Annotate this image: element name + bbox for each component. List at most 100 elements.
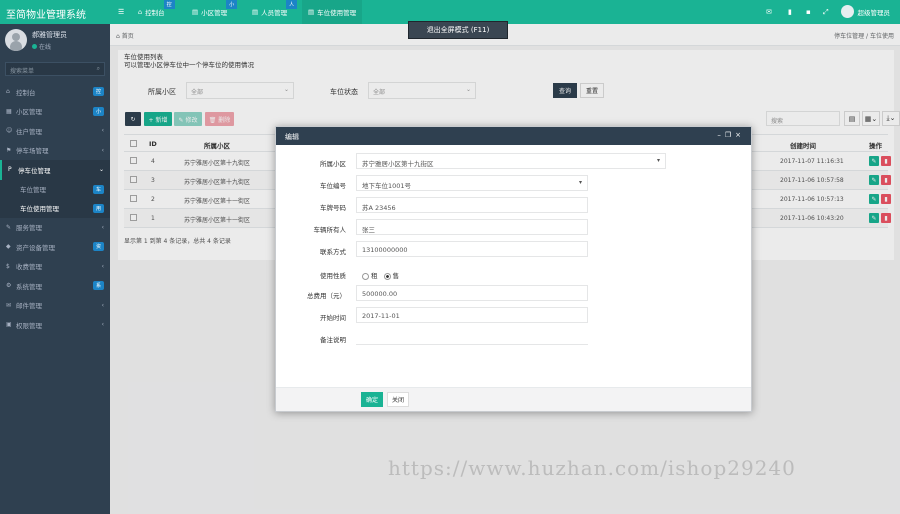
tab-people[interactable]: ▤ 人员管理人 bbox=[246, 0, 298, 24]
sidebar-badge: 车 bbox=[92, 184, 104, 194]
space-select[interactable]: 地下车位1001号 ▾ bbox=[356, 175, 588, 191]
profile-name: 郝雅管理员 bbox=[32, 30, 67, 39]
close-icon[interactable]: × bbox=[735, 131, 745, 139]
home-icon: ⌂ bbox=[6, 88, 10, 96]
tab-badge: 控 bbox=[163, 0, 175, 9]
sidebar-search-input[interactable]: 搜索菜单 ⌕ bbox=[5, 62, 105, 76]
start-value: 2017-11-01 bbox=[362, 312, 400, 320]
mail-icon[interactable]: ✉ bbox=[766, 8, 772, 16]
chevron-left-icon: ‹ bbox=[101, 262, 104, 270]
plate-input[interactable]: 苏A 23456 bbox=[356, 197, 588, 213]
remark-label: 备注说明 bbox=[320, 336, 346, 344]
phone-input[interactable]: 13100000000 bbox=[356, 241, 588, 257]
form-row-start: 开始时间 2017-11-01 bbox=[276, 307, 751, 325]
wrench-icon: ✎ bbox=[6, 223, 12, 231]
tab-community[interactable]: ▤ 小区管理小 bbox=[186, 0, 238, 24]
phone-label: 联系方式 bbox=[320, 248, 346, 256]
user-menu[interactable]: 超级管理员 bbox=[840, 5, 891, 18]
community-select[interactable]: 苏宁雅居小区第十九街区 ▾ bbox=[356, 153, 666, 169]
sidebar-subitem-space-usage[interactable]: 车位使用管理 用 bbox=[0, 198, 110, 218]
chevron-left-icon: ‹ bbox=[101, 223, 104, 231]
watermark-text: https://www.huzhan.com/ishop29240 bbox=[388, 456, 796, 480]
price-value: 500000.00 bbox=[362, 290, 398, 298]
usage-radio-rent[interactable] bbox=[362, 272, 369, 280]
sidebar-item-parking-lot[interactable]: ⚑ 停车场管理 ‹ bbox=[0, 141, 110, 161]
tab-dashboard[interactable]: ⌂ 控制台控 bbox=[132, 0, 175, 24]
home-icon: ⌂ bbox=[138, 8, 143, 16]
sidebar-item-label: 权限管理 bbox=[16, 321, 42, 330]
form-row-owner: 车辆所有人 张三 bbox=[276, 219, 751, 237]
sidebar-item-permissions[interactable]: ▣ 权限管理 ‹ bbox=[0, 315, 110, 335]
expand-icon[interactable]: ⤢ bbox=[823, 8, 829, 17]
sidebar-item-label: 系统管理 bbox=[16, 282, 42, 291]
sidebar-badge: 控 bbox=[92, 87, 104, 97]
car-icon: ⚑ bbox=[6, 146, 12, 154]
envelope-icon: ✉ bbox=[6, 301, 12, 309]
sidebar-item-dashboard[interactable]: ⌂ 控制台 控 bbox=[0, 82, 110, 102]
sidebar-item-label: 资产设备管理 bbox=[16, 243, 55, 252]
remark-input[interactable] bbox=[356, 329, 588, 345]
form-row-price: 总费用（元） 500000.00 bbox=[276, 285, 751, 303]
sidebar-item-system[interactable]: ⚙ 系统管理 系 bbox=[0, 276, 110, 296]
list-icon: ▤ bbox=[308, 8, 315, 16]
community-label: 所属小区 bbox=[320, 160, 346, 168]
sidebar-item-mail[interactable]: ✉ 邮件管理 ‹ bbox=[0, 296, 110, 316]
trash-icon[interactable]: ▮ bbox=[788, 8, 792, 16]
app-title: 至简物业管理系统 bbox=[0, 0, 110, 24]
sidebar-item-community[interactable]: ▦ 小区管理 小 bbox=[0, 102, 110, 122]
list-icon: ▤ bbox=[252, 8, 259, 16]
sidebar-badge: 用 bbox=[92, 203, 104, 213]
avatar bbox=[840, 5, 854, 18]
fullscreen-exit-hint[interactable]: 退出全屏模式 (F11) bbox=[408, 21, 508, 39]
user-profile[interactable]: 郝雅管理员 在线 bbox=[0, 24, 110, 56]
sidebar-item-label: 小区管理 bbox=[16, 108, 42, 117]
tab-label: 车位使用管理 bbox=[317, 9, 357, 17]
dialog-footer: 确定 关闭 bbox=[276, 387, 751, 411]
plate-label: 车牌号码 bbox=[320, 204, 346, 212]
building-icon: ▦ bbox=[6, 107, 12, 115]
price-input[interactable]: 500000.00 bbox=[356, 285, 588, 301]
chevron-left-icon: ‹ bbox=[101, 127, 104, 135]
sidebar-item-label: 车位管理 bbox=[20, 186, 46, 194]
sidebar-subitem-space-manage[interactable]: 车位管理 车 bbox=[0, 179, 110, 199]
sidebar-item-fees[interactable]: $ 收费管理 ‹ bbox=[0, 257, 110, 277]
form-row-phone: 联系方式 13100000000 bbox=[276, 241, 751, 259]
sidebar-item-label: 服务管理 bbox=[16, 224, 42, 233]
maximize-icon[interactable]: ❐ bbox=[725, 131, 735, 139]
tab-space-usage[interactable]: ▤ 车位使用管理 bbox=[302, 0, 363, 24]
sidebar-badge: 资 bbox=[92, 242, 104, 252]
avatar[interactable] bbox=[5, 29, 27, 51]
close-button[interactable]: 关闭 bbox=[387, 392, 409, 407]
tab-label: 控制台 bbox=[145, 9, 165, 17]
tab-label: 小区管理 bbox=[201, 9, 228, 17]
owner-input[interactable]: 张三 bbox=[356, 219, 588, 235]
sidebar-item-assets[interactable]: ◆ 资产设备管理 资 bbox=[0, 237, 110, 257]
bell-icon[interactable]: ▪ bbox=[806, 8, 811, 16]
start-date-input[interactable]: 2017-11-01 bbox=[356, 307, 588, 323]
sidebar-search-placeholder: 搜索菜单 bbox=[10, 68, 35, 75]
owner-value: 张三 bbox=[362, 226, 375, 234]
chevron-left-icon: ‹ bbox=[101, 321, 104, 329]
confirm-button[interactable]: 确定 bbox=[361, 392, 383, 407]
tab-badge: 人 bbox=[286, 0, 298, 9]
online-dot-icon bbox=[32, 43, 37, 49]
sidebar-item-label: 住户管理 bbox=[16, 127, 42, 136]
user-menu-name: 超级管理员 bbox=[857, 8, 891, 17]
usage-radio-sale[interactable] bbox=[383, 272, 391, 280]
usage-opt-rent-label: 租 bbox=[371, 272, 378, 280]
menu-toggle-icon[interactable]: ☰ bbox=[118, 8, 124, 16]
caret-down-icon: ▾ bbox=[656, 157, 660, 164]
minimize-icon[interactable]: – bbox=[717, 131, 725, 139]
cube-icon: ◆ bbox=[6, 243, 11, 251]
sidebar-item-parking-space[interactable]: P 停车位管理 ⌄ bbox=[0, 160, 110, 180]
search-icon[interactable]: ⌕ bbox=[97, 65, 100, 73]
sidebar-item-label: 停车场管理 bbox=[16, 147, 49, 156]
sidebar: 至简物业管理系统 郝雅管理员 在线 搜索菜单 ⌕ ⌂ 控制台 控 ▦ 小区管理 小 ☺ 住… bbox=[0, 0, 110, 514]
sidebar-item-service[interactable]: ✎ 服务管理 ‹ bbox=[0, 218, 110, 238]
sidebar-item-residents[interactable]: ☺ 住户管理 ‹ bbox=[0, 121, 110, 141]
form-row-plate: 车牌号码 苏A 23456 bbox=[276, 197, 751, 215]
plate-value: 苏A 23456 bbox=[362, 204, 396, 212]
community-value: 苏宁雅居小区第十九街区 bbox=[362, 160, 434, 168]
parking-icon: P bbox=[8, 166, 12, 174]
dollar-icon: $ bbox=[6, 262, 10, 270]
